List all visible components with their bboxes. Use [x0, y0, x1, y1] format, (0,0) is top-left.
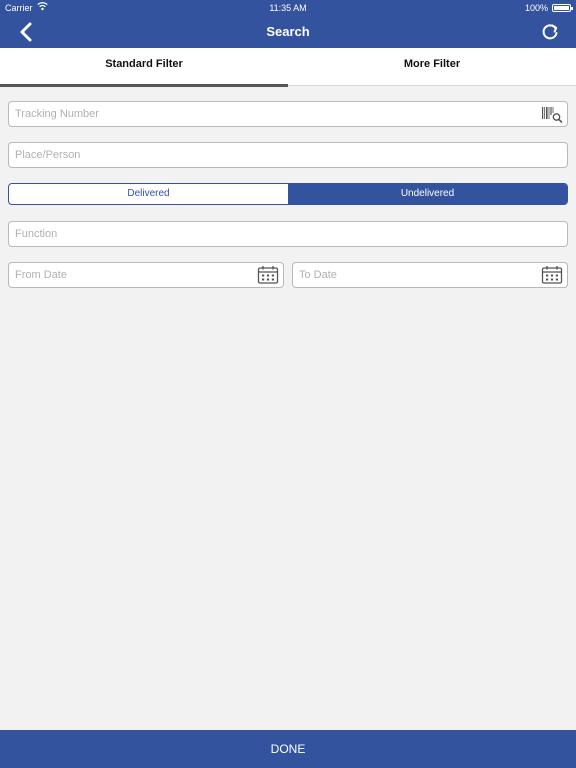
from-date-field [8, 262, 284, 288]
place-person-field [8, 142, 568, 168]
place-person-input[interactable] [15, 143, 533, 167]
undelivered-option[interactable]: Undelivered [288, 184, 567, 204]
tab-standard-filter[interactable]: Standard Filter [0, 48, 288, 87]
from-date-input[interactable] [15, 263, 249, 287]
delivered-option[interactable]: Delivered [9, 184, 288, 204]
function-input[interactable] [15, 222, 533, 246]
to-date-input[interactable] [299, 263, 533, 287]
back-icon[interactable] [14, 20, 40, 44]
tab-label: Standard Filter [105, 58, 183, 70]
search-screen: Carrier 11:35 AM 100% Search Standard Fi… [0, 0, 576, 768]
tracking-number-input[interactable] [15, 102, 533, 126]
status-bar: Carrier 11:35 AM 100% [0, 0, 576, 16]
calendar-icon[interactable] [541, 265, 563, 285]
delivery-status-toggle: Delivered Undelivered [8, 183, 568, 205]
navigation-bar: Carrier 11:35 AM 100% Search [0, 0, 576, 48]
battery-percent: 100% [524, 3, 548, 13]
refresh-icon[interactable] [540, 22, 560, 42]
done-button[interactable]: DONE [0, 730, 576, 768]
to-date-field [292, 262, 568, 288]
tab-more-filter[interactable]: More Filter [288, 48, 576, 86]
barcode-scan-icon[interactable] [541, 104, 563, 124]
page-title: Search [266, 24, 310, 39]
calendar-icon[interactable] [257, 265, 279, 285]
tab-label: More Filter [403, 58, 461, 70]
filter-tabs: Standard Filter More Filter [0, 48, 576, 87]
clock: 11:35 AM [269, 3, 307, 13]
function-field [8, 221, 568, 247]
battery-icon [552, 4, 573, 12]
tracking-number-field [8, 101, 568, 127]
